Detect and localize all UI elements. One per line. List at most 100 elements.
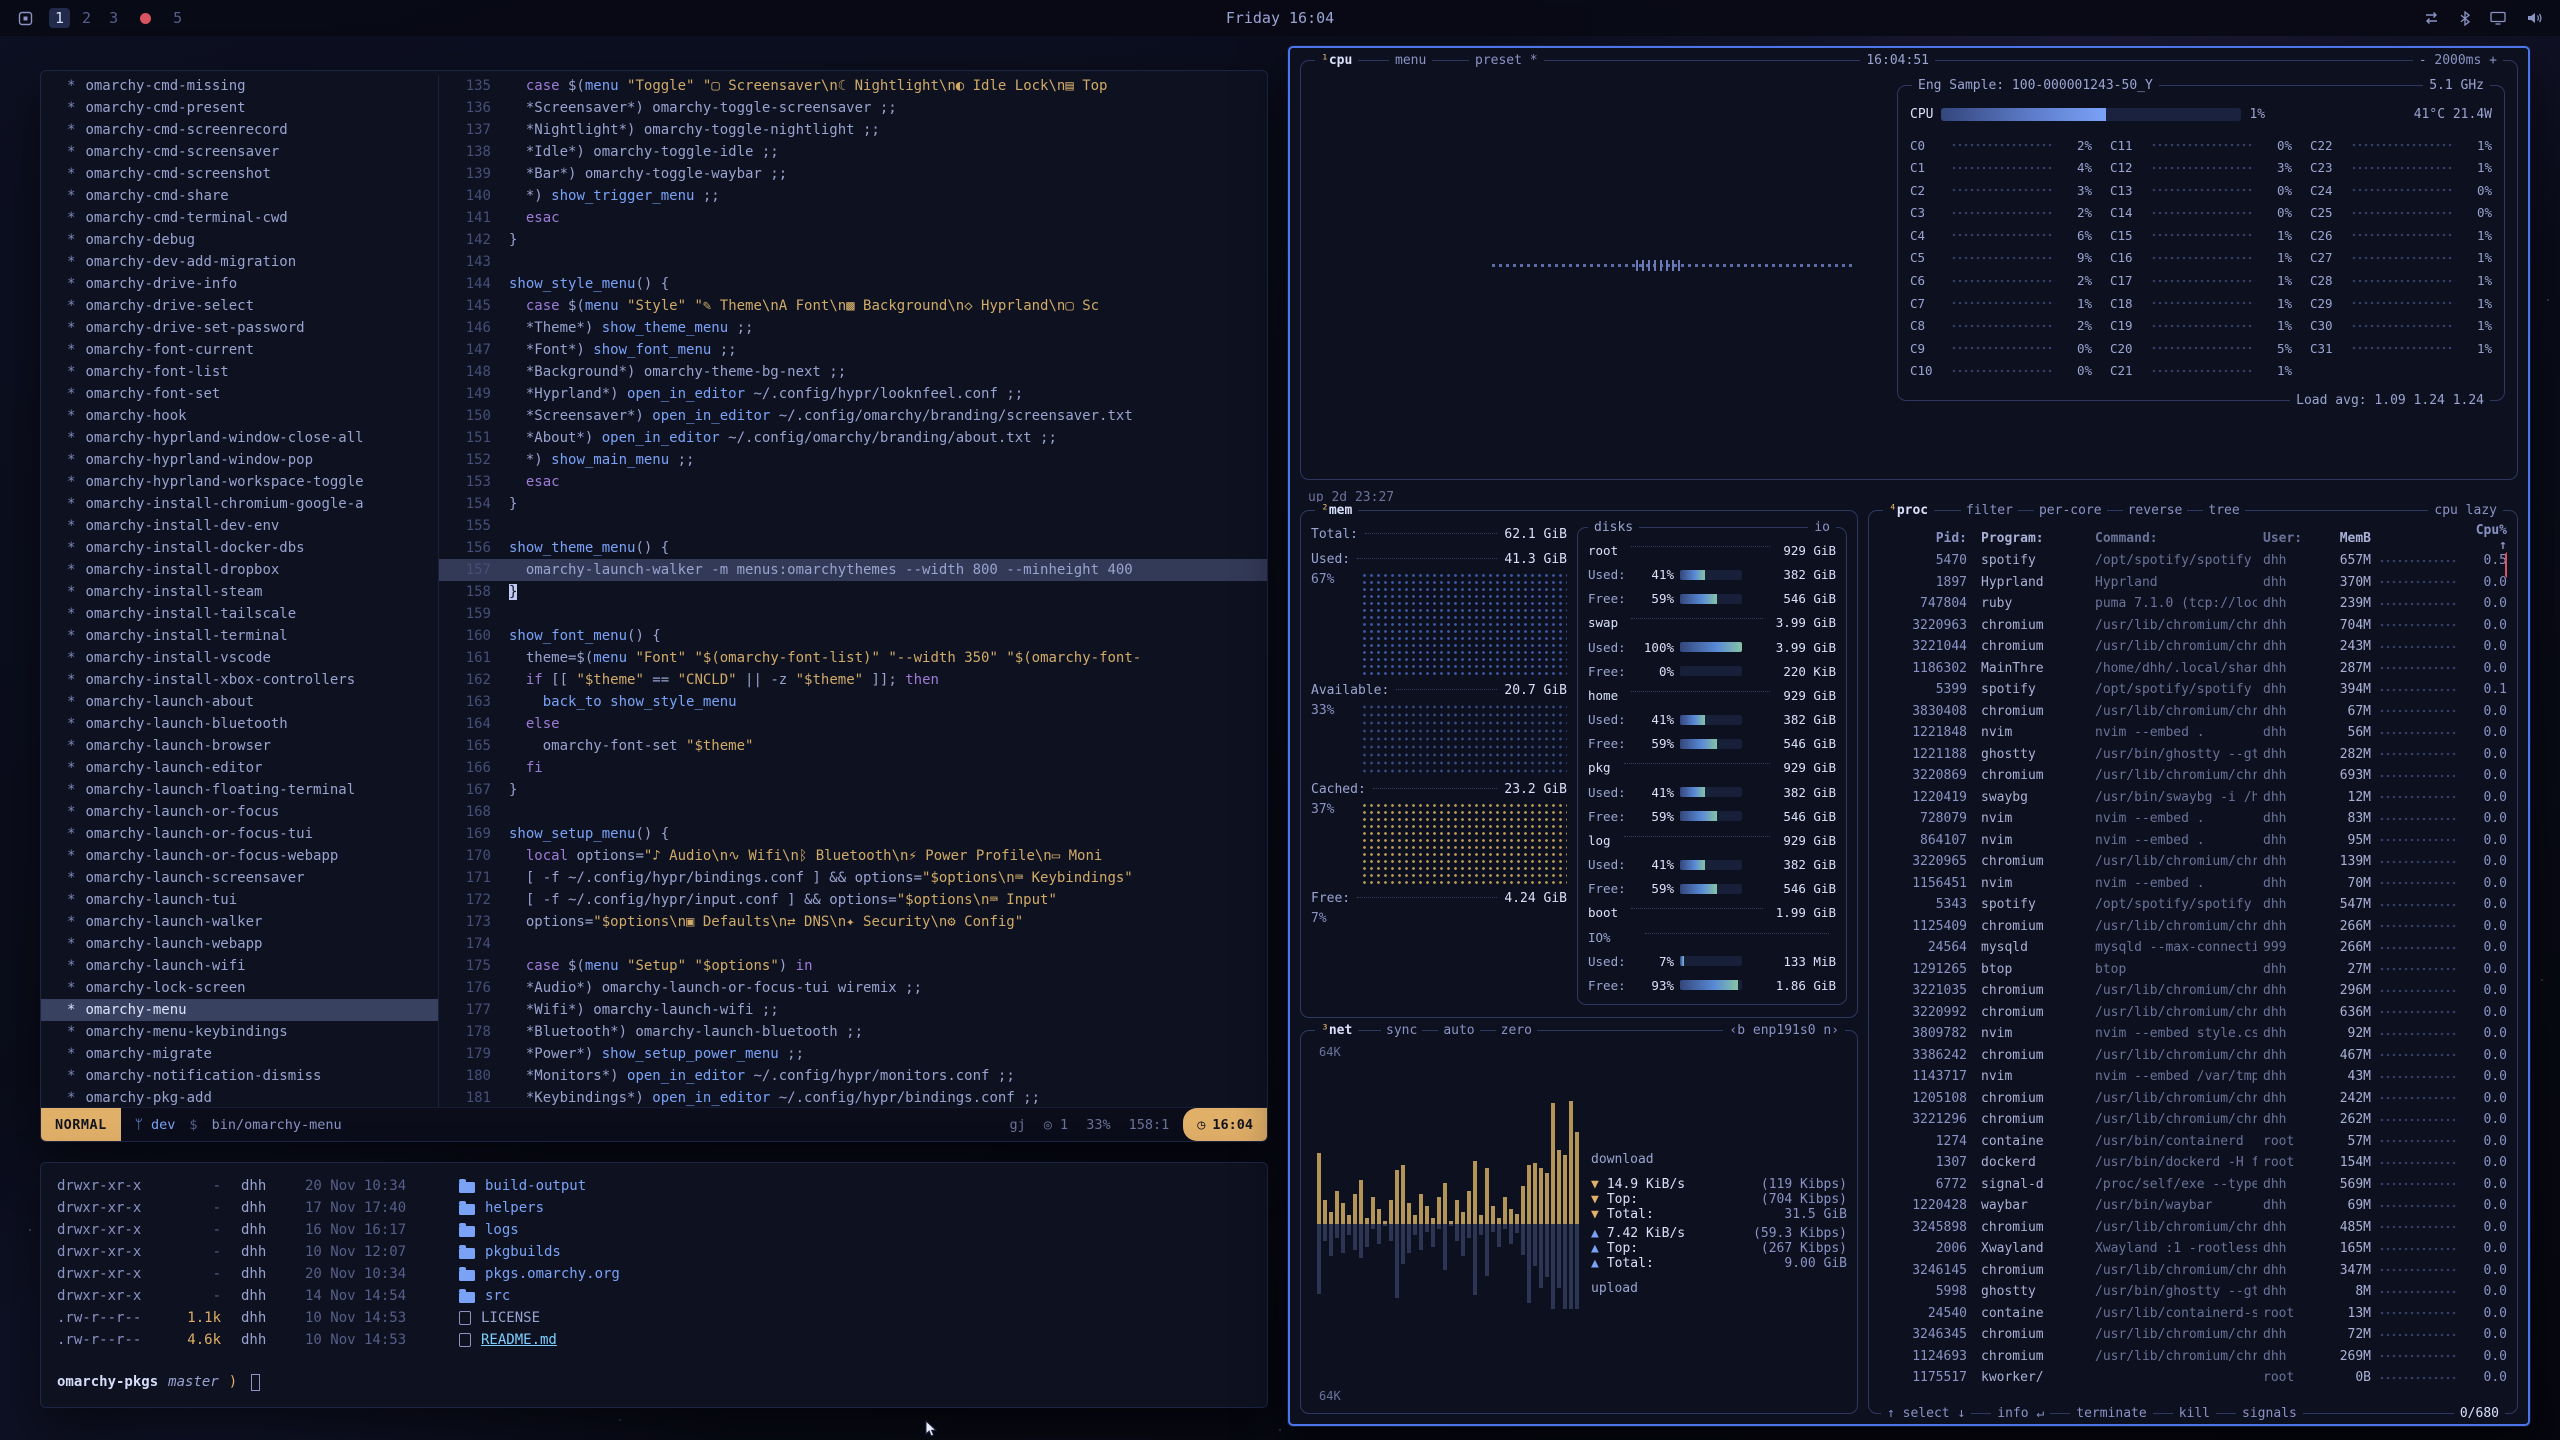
file-list-item[interactable]: *omarchy-launch-floating-terminal xyxy=(41,779,438,801)
process-row[interactable]: 3220992chromium/usr/lib/chromium/chromdh… xyxy=(1879,1002,2507,1024)
file-list-item[interactable]: *omarchy-install-dropbox xyxy=(41,559,438,581)
process-row[interactable]: 1274containe/usr/bin/containerdroot57M0.… xyxy=(1879,1131,2507,1153)
btop-preset-button[interactable]: preset * xyxy=(1469,52,1544,69)
file-list-item[interactable]: *omarchy-install-docker-dbs xyxy=(41,537,438,559)
workspace-5[interactable]: 5 xyxy=(167,8,188,28)
file-list-item[interactable]: *omarchy-launch-walker xyxy=(41,911,438,933)
process-row[interactable]: 5343spotify/opt/spotify/spotifydhh547M0.… xyxy=(1879,894,2507,916)
file-list-item[interactable]: *omarchy-hyprland-workspace-toggle xyxy=(41,471,438,493)
process-row[interactable]: 1897HyprlandHyprlanddhh370M0.0 xyxy=(1879,572,2507,594)
file-list-item[interactable]: *omarchy-dev-add-migration xyxy=(41,251,438,273)
terminal-window[interactable]: drwxr-xr-x-dhh20 Nov 10:34build-outputdr… xyxy=(40,1162,1268,1408)
column-program[interactable]: Program: xyxy=(1981,531,2089,546)
file-list-item[interactable]: *omarchy-hyprland-window-close-all xyxy=(41,427,438,449)
process-row[interactable]: 3246145chromium/usr/lib/chromium/chromdh… xyxy=(1879,1260,2507,1282)
file-list-item[interactable]: *omarchy-font-list xyxy=(41,361,438,383)
file-list-item[interactable]: *omarchy-install-dev-env xyxy=(41,515,438,537)
file-list-item[interactable]: *omarchy-cmd-missing xyxy=(41,75,438,97)
column-memory[interactable]: MemB xyxy=(2315,531,2371,546)
column-command[interactable]: Command: xyxy=(2095,531,2257,546)
kill-button[interactable]: kill xyxy=(2173,1405,2216,1422)
process-row[interactable]: 1291265btopbtopdhh27M0.0 xyxy=(1879,959,2507,981)
process-row[interactable]: 5399spotify/opt/spotify/spotify --dhh394… xyxy=(1879,679,2507,701)
process-row[interactable]: 5470spotify/opt/spotify/spotify --dhh657… xyxy=(1879,550,2507,572)
file-list-item[interactable]: *omarchy-menu xyxy=(41,999,438,1021)
file-list-item[interactable]: *omarchy-install-xbox-controllers xyxy=(41,669,438,691)
process-row[interactable]: 6772signal-d/proc/self/exe --type=rdhh56… xyxy=(1879,1174,2507,1196)
process-scrollbar[interactable] xyxy=(2505,552,2507,1399)
file-list-item[interactable]: *omarchy-cmd-screenshot xyxy=(41,163,438,185)
cpu-panel-title[interactable]: ¹cpu xyxy=(1315,52,1358,69)
memory-panel-title[interactable]: ²mem xyxy=(1315,502,1358,519)
process-row[interactable]: 1307dockerd/usr/bin/dockerd -H fd:root15… xyxy=(1879,1152,2507,1174)
tree-button[interactable]: tree xyxy=(2203,502,2244,519)
process-row[interactable]: 1221188ghostty/usr/bin/ghostty --gtk-dhh… xyxy=(1879,744,2507,766)
btop-window[interactable]: ¹cpu menu preset * 16:04:51 - 2000ms + E… xyxy=(1288,46,2530,1426)
column-pid[interactable]: Pid: xyxy=(1879,531,1967,546)
file-list-item[interactable]: *omarchy-menu-keybindings xyxy=(41,1021,438,1043)
workspace-3[interactable]: 3 xyxy=(103,8,124,28)
file-list-item[interactable]: *omarchy-launch-or-focus xyxy=(41,801,438,823)
process-row[interactable]: 3830408chromium/usr/lib/chromium/chromdh… xyxy=(1879,701,2507,723)
file-list-item[interactable]: *omarchy-launch-about xyxy=(41,691,438,713)
process-row[interactable]: 1220428waybar/usr/bin/waybardhh69M0.0 xyxy=(1879,1195,2507,1217)
io-toggle-button[interactable]: io xyxy=(1808,519,1836,536)
file-list-item[interactable]: *omarchy-cmd-screensaver xyxy=(41,141,438,163)
sort-selector[interactable]: cpu lazy xyxy=(2428,502,2503,519)
network-interface[interactable]: ‹b enp191s0 n› xyxy=(1723,1022,1845,1039)
file-list-item[interactable]: *omarchy-install-terminal xyxy=(41,625,438,647)
column-user[interactable]: User: xyxy=(2263,531,2315,546)
net-sync-button[interactable]: sync xyxy=(1381,1022,1422,1039)
process-row[interactable]: 1143717nvimnvim --embed /var/tmp/pdhh43M… xyxy=(1879,1066,2507,1088)
process-row[interactable]: 2006XwaylandXwayland :1 -rootless -dhh16… xyxy=(1879,1238,2507,1260)
file-list-item[interactable]: *omarchy-drive-set-password xyxy=(41,317,438,339)
file-list-item[interactable]: *omarchy-notification-dismiss xyxy=(41,1065,438,1087)
net-zero-button[interactable]: zero xyxy=(1496,1022,1537,1039)
process-row[interactable]: 24564mysqldmysqld --max-connection999266… xyxy=(1879,937,2507,959)
process-panel-title[interactable]: ⁴proc xyxy=(1883,502,1934,519)
process-row[interactable]: 24540containe/usr/lib/containerd-shiroot… xyxy=(1879,1303,2507,1325)
per-core-button[interactable]: per-core xyxy=(2034,502,2107,519)
scrollbar-thumb[interactable] xyxy=(2505,552,2507,578)
file-list-item[interactable]: *omarchy-launch-or-focus-webapp xyxy=(41,845,438,867)
file-list-item[interactable]: *omarchy-drive-select xyxy=(41,295,438,317)
process-row[interactable]: 3246345chromium/usr/lib/chromium/chromdh… xyxy=(1879,1324,2507,1346)
file-list-item[interactable]: *omarchy-install-tailscale xyxy=(41,603,438,625)
process-row[interactable]: 3221035chromium/usr/lib/chromium/chromdh… xyxy=(1879,980,2507,1002)
process-row[interactable]: 1221848nvimnvim --embed .dhh56M0.0 xyxy=(1879,722,2507,744)
file-list-item[interactable]: *omarchy-launch-browser xyxy=(41,735,438,757)
process-row[interactable]: 3220963chromium/usr/lib/chromium/chromdh… xyxy=(1879,615,2507,637)
file-list-item[interactable]: *omarchy-install-steam xyxy=(41,581,438,603)
file-list-item[interactable]: *omarchy-hook xyxy=(41,405,438,427)
clock[interactable]: Friday 16:04 xyxy=(1226,9,1334,27)
file-list-item[interactable]: *omarchy-font-current xyxy=(41,339,438,361)
entry-name[interactable]: README.md xyxy=(481,1329,557,1351)
shell-prompt[interactable]: omarchy-pkgs master ) xyxy=(57,1371,1251,1393)
file-list-item[interactable]: *omarchy-drive-info xyxy=(41,273,438,295)
btop-menu-button[interactable]: menu xyxy=(1389,52,1432,69)
file-list-item[interactable]: *omarchy-cmd-screenrecord xyxy=(41,119,438,141)
file-list-item[interactable]: *omarchy-launch-screensaver xyxy=(41,867,438,889)
process-row[interactable]: 3809782nvimnvim --embed style.cssdhh92M0… xyxy=(1879,1023,2507,1045)
volume-icon[interactable] xyxy=(2526,11,2542,25)
process-row[interactable]: 3245898chromium/usr/lib/chromium/chromdh… xyxy=(1879,1217,2507,1239)
launcher-icon[interactable] xyxy=(18,11,33,26)
filter-button[interactable]: filter xyxy=(1961,502,2018,519)
file-list-item[interactable]: *omarchy-cmd-terminal-cwd xyxy=(41,207,438,229)
process-table-header[interactable]: Pid: Program: Command: User: MemB Cpu% ↑ xyxy=(1879,526,2507,550)
bluetooth-icon[interactable] xyxy=(2460,11,2470,26)
process-row[interactable]: 1175517kworker/root0B0.0 xyxy=(1879,1367,2507,1389)
file-list-item[interactable]: *omarchy-launch-or-focus-tui xyxy=(41,823,438,845)
workspace-2[interactable]: 2 xyxy=(76,8,97,28)
process-row[interactable]: 1186302MainThre/home/dhh/.local/share/dh… xyxy=(1879,658,2507,680)
update-interval-control[interactable]: - 2000ms + xyxy=(2413,52,2503,69)
info-button[interactable]: info ↵ xyxy=(1991,1405,2050,1422)
file-list-item[interactable]: *omarchy-launch-editor xyxy=(41,757,438,779)
file-list-item[interactable]: *omarchy-lock-screen xyxy=(41,977,438,999)
file-list-item[interactable]: *omarchy-pkg-add xyxy=(41,1087,438,1107)
process-row[interactable]: 3220869chromium/usr/lib/chromium/chromdh… xyxy=(1879,765,2507,787)
process-row[interactable]: 3221044chromium/usr/lib/chromium/chromdh… xyxy=(1879,636,2507,658)
process-row[interactable]: 1205108chromium/usr/lib/chromium/chromdh… xyxy=(1879,1088,2507,1110)
display-icon[interactable] xyxy=(2490,11,2506,25)
file-list-item[interactable]: *omarchy-font-set xyxy=(41,383,438,405)
